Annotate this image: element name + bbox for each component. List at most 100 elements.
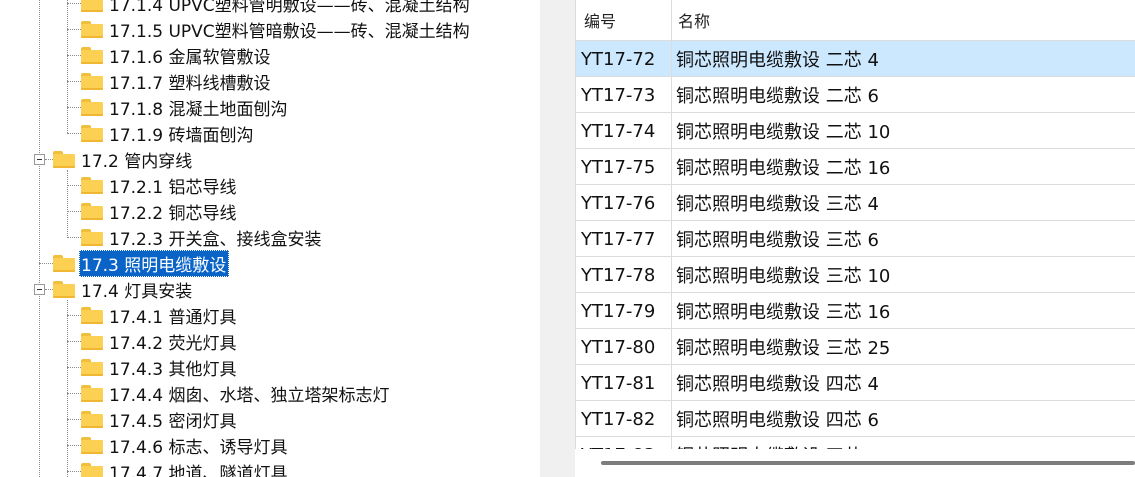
pane-splitter[interactable] [540, 0, 575, 477]
table-row-selected[interactable]: YT17-72 铜芯照明电缆敷设 二芯 4 [575, 41, 1135, 77]
row-name: 铜芯照明电缆敷设 三芯 4 [676, 194, 879, 215]
tree-item[interactable]: 17.4.7 地道、隧道灯具 [81, 458, 287, 477]
tree-item[interactable]: 17.1.4 UPVC塑料管明敷设——砖、混凝土结构 [81, 0, 470, 16]
tree-connector [67, 211, 81, 212]
column-header-name[interactable]: 名称 [671, 0, 1135, 40]
table-row[interactable]: YT17-73 铜芯照明电缆敷设 二芯 6 [575, 77, 1135, 113]
tree-connector [67, 29, 81, 30]
tree-item-label: 17.3 照明电缆敷设 [79, 249, 230, 277]
row-divider [575, 292, 1135, 293]
row-code: YT17-78 [581, 264, 656, 286]
tree-item[interactable]: 17.1.5 UPVC塑料管暗敷设——砖、混凝土结构 [81, 16, 470, 42]
row-code: YT17-77 [581, 228, 656, 250]
tree-connector [67, 393, 81, 394]
tree-connector [67, 300, 68, 477]
tree-connector [67, 3, 81, 4]
tree-item[interactable]: 17.2 管内穿线 [53, 146, 192, 172]
tree-item-label: 17.4.3 其他灯具 [109, 359, 237, 380]
collapse-toggle-17-4[interactable] [34, 284, 45, 295]
folder-icon [81, 176, 103, 194]
row-name: 铜芯照明电缆敷设 四芯 6 [676, 410, 879, 431]
tree-connector [39, 263, 53, 264]
row-code: YT17-81 [581, 372, 656, 394]
tree-item[interactable]: 17.2.3 开关盒、接线盒安装 [81, 224, 321, 250]
tree-connector [67, 170, 68, 238]
tree-item-selected[interactable]: 17.3 照明电缆敷设 [53, 249, 230, 277]
row-code: YT17-72 [581, 48, 656, 70]
row-code: YT17-82 [581, 408, 656, 430]
folder-icon [81, 72, 103, 90]
category-tree[interactable]: 17.1.4 UPVC塑料管明敷设——砖、混凝土结构 17.1.5 UPVC塑料… [0, 0, 540, 477]
tree-item[interactable]: 17.2.1 铝芯导线 [81, 172, 236, 198]
folder-icon [81, 384, 103, 402]
tree-item[interactable]: 17.4 灯具安装 [53, 276, 192, 302]
table-row[interactable]: YT17-77 铜芯照明电缆敷设 三芯 6 [575, 221, 1135, 257]
folder-icon [53, 254, 75, 272]
tree-item-label: 17.4.4 烟囱、水塔、独立塔架标志灯 [109, 385, 390, 406]
row-divider [575, 184, 1135, 185]
table-row[interactable]: YT17-80 铜芯照明电缆敷设 三芯 25 [575, 329, 1135, 365]
tree-item-label: 17.4 灯具安装 [81, 281, 193, 302]
tree-item-label: 17.1.5 UPVC塑料管暗敷设——砖、混凝土结构 [109, 21, 470, 42]
table-row[interactable]: YT17-82 铜芯照明电缆敷设 四芯 6 [575, 401, 1135, 437]
folder-icon [81, 202, 103, 220]
folder-icon [53, 150, 75, 168]
tree-connector [67, 237, 81, 238]
tree-item[interactable]: 17.4.5 密闭灯具 [81, 406, 236, 432]
row-name: 铜芯照明电缆敷设 三芯 10 [676, 266, 891, 287]
tree-item[interactable]: 17.4.1 普通灯具 [81, 302, 236, 328]
folder-icon [81, 358, 103, 376]
row-name: 铜芯照明电缆敷设 三芯 16 [676, 302, 891, 323]
table-row[interactable]: YT17-75 铜芯照明电缆敷设 二芯 16 [575, 149, 1135, 185]
folder-icon [81, 462, 103, 477]
table-row[interactable]: YT17-74 铜芯照明电缆敷设 二芯 10 [575, 113, 1135, 149]
folder-icon [81, 0, 103, 12]
tree-item-label: 17.1.8 混凝土地面刨沟 [109, 99, 288, 120]
table-row[interactable]: YT17-78 铜芯照明电缆敷设 三芯 10 [575, 257, 1135, 293]
row-divider [575, 76, 1135, 77]
tree-connector [67, 107, 81, 108]
row-code: YT17-79 [581, 300, 656, 322]
tree-connector [67, 133, 81, 134]
collapse-toggle-17-2[interactable] [34, 154, 45, 165]
quota-table: 编号 名称 YT17-72 铜芯照明电缆敷设 二芯 4 YT17-73 铜芯照明… [575, 0, 1135, 477]
row-divider [575, 256, 1135, 257]
row-divider [575, 364, 1135, 365]
tree-connector [45, 159, 53, 160]
tree-item[interactable]: 17.4.6 标志、诱导灯具 [81, 432, 287, 458]
horizontal-scrollbar[interactable] [601, 461, 1135, 465]
tree-connector [67, 341, 81, 342]
row-name: 铜芯照明电缆敷设 四芯 4 [676, 374, 879, 395]
row-name: 铜芯照明电缆敷设 二芯 16 [676, 158, 891, 179]
tree-item-label: 17.2 管内穿线 [81, 151, 193, 172]
row-code: YT17-74 [581, 120, 656, 142]
tree-connector [67, 471, 81, 472]
tree-item[interactable]: 17.4.2 荧光灯具 [81, 328, 236, 354]
tree-item[interactable]: 17.4.3 其他灯具 [81, 354, 236, 380]
row-code: YT17-76 [581, 192, 656, 214]
row-divider [575, 112, 1135, 113]
tree-connector [67, 367, 81, 368]
folder-icon [81, 124, 103, 142]
row-divider [575, 400, 1135, 401]
column-divider [671, 0, 672, 449]
table-row[interactable]: YT17-76 铜芯照明电缆敷设 三芯 4 [575, 185, 1135, 221]
tree-item[interactable]: 17.1.8 混凝土地面刨沟 [81, 94, 287, 120]
tree-item[interactable]: 17.1.7 塑料线槽敷设 [81, 68, 270, 94]
tree-connector [67, 0, 68, 133]
table-row[interactable]: YT17-79 铜芯照明电缆敷设 三芯 16 [575, 293, 1135, 329]
column-header-code[interactable]: 编号 [575, 0, 671, 40]
table-row[interactable]: YT17-81 铜芯照明电缆敷设 四芯 4 [575, 365, 1135, 401]
row-code: YT17-75 [581, 156, 656, 178]
tree-item[interactable]: 17.2.2 铜芯导线 [81, 198, 236, 224]
tree-item[interactable]: 17.1.9 砖墙面刨沟 [81, 120, 253, 146]
tree-connector [67, 55, 81, 56]
row-divider [575, 436, 1135, 437]
row-divider [575, 148, 1135, 149]
folder-icon [81, 228, 103, 246]
tree-item[interactable]: 17.4.4 烟囱、水塔、独立塔架标志灯 [81, 380, 389, 406]
tree-item[interactable]: 17.1.6 金属软管敷设 [81, 42, 270, 68]
folder-icon [81, 410, 103, 428]
tree-item-label: 17.4.5 密闭灯具 [109, 411, 237, 432]
row-name: 铜芯照明电缆敷设 二芯 6 [676, 86, 879, 107]
